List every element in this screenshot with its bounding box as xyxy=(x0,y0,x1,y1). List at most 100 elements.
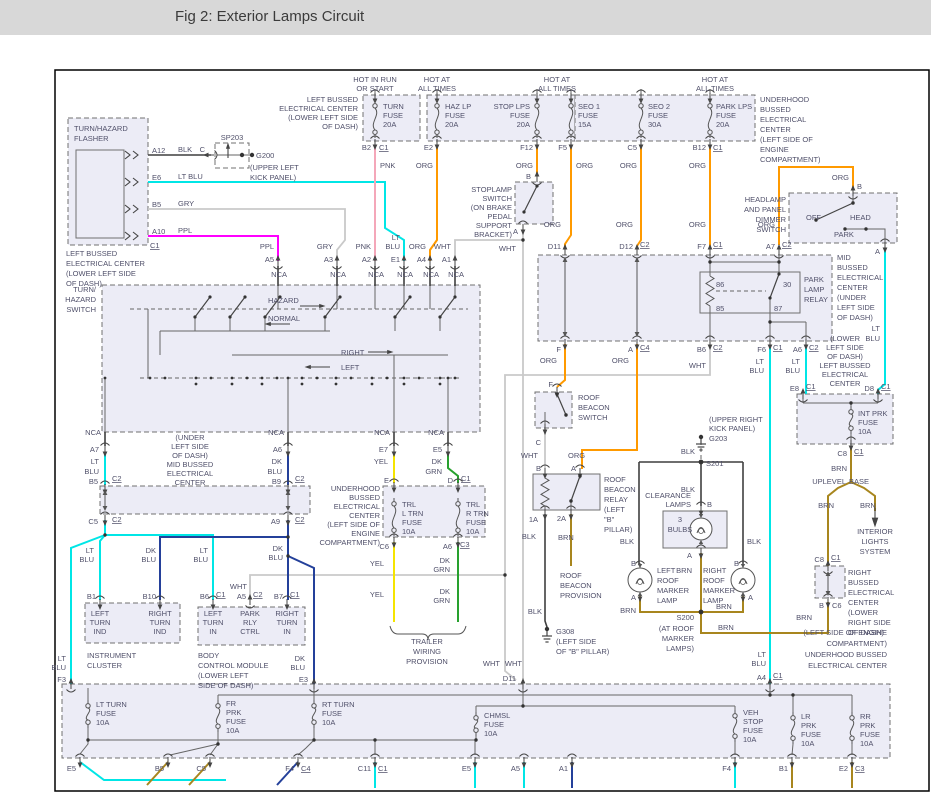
junction-dot xyxy=(439,377,442,380)
diagram-text: LEFT BUSSED xyxy=(66,249,118,258)
diagram-text: C1 xyxy=(216,590,226,599)
diagram-text: CENTER xyxy=(760,125,791,134)
diagram-text: A xyxy=(513,227,518,236)
diagram-text: WHT xyxy=(505,659,522,668)
diagram-text: (ON BRAKE xyxy=(471,203,512,212)
diagram-text: FUSE xyxy=(445,111,465,120)
diagram-text: DK xyxy=(272,457,282,466)
diagram-text: C1 xyxy=(854,447,864,456)
diagram-text: 20A xyxy=(517,120,530,129)
diagram-text: B12 xyxy=(693,143,706,152)
diagram-text: D12 xyxy=(619,242,633,251)
junction-dot xyxy=(231,383,234,386)
diagram-text: S201 xyxy=(706,459,724,468)
diagram-text: INT PRK xyxy=(858,409,887,418)
diagram-text: COMPARTMENT) xyxy=(319,538,380,547)
diagram-text: 20A xyxy=(445,120,458,129)
diagram-text: C xyxy=(536,438,542,447)
diagram-text: OR START xyxy=(356,84,394,93)
component-box xyxy=(535,392,572,428)
diagram-text: BLU xyxy=(193,555,208,564)
diagram-text: 86 xyxy=(716,280,724,289)
diagram-text: IN xyxy=(283,627,291,636)
diagram-text: OF DASH) xyxy=(837,313,873,322)
diagram-text: HEAD xyxy=(850,213,871,222)
diagram-text: BLU xyxy=(84,467,99,476)
diagram-text: TRL xyxy=(466,500,480,509)
junction-dot xyxy=(373,738,376,741)
diagram-text: NCA xyxy=(85,428,101,437)
diagram-text: HEADLAMP xyxy=(745,195,786,204)
diagram-text: A5 xyxy=(237,592,246,601)
diagram-text: (LEFT SIDE xyxy=(556,637,596,646)
diagram-text: ELECTRICAL xyxy=(334,502,380,511)
diagram-text: A xyxy=(875,247,880,256)
diagram-text: HAZ LP xyxy=(445,102,471,111)
diagram-text: E xyxy=(384,476,389,485)
diagram-text: CONTROL MODULE xyxy=(198,661,269,670)
diagram-text: FUSE xyxy=(226,717,246,726)
diagram-text: BRN xyxy=(718,623,734,632)
junction-dot xyxy=(250,153,254,157)
diagram-text: F xyxy=(548,380,553,389)
diagram-text: TURN xyxy=(277,618,298,627)
diagram-text: BLU xyxy=(79,555,94,564)
diagram-text: ROOF xyxy=(560,571,582,580)
junction-dot xyxy=(287,377,290,380)
diagram-text: MID xyxy=(837,253,851,262)
diagram-text: HOT AT xyxy=(544,75,571,84)
diagram-text: E1 xyxy=(391,255,400,264)
diagram-text: C4 xyxy=(301,764,311,773)
diagram-text: KICK PANEL) xyxy=(709,424,756,433)
diagram-text: (LOWER xyxy=(830,334,861,343)
diagram-text: BLU xyxy=(268,553,283,562)
diagram-text: INTERIOR xyxy=(857,527,893,536)
diagram-text: BRN xyxy=(716,602,732,611)
diagram-text: C2 xyxy=(809,343,819,352)
diagram-text: ROOF xyxy=(604,475,626,484)
diagram-text: PEDAL xyxy=(487,212,512,221)
diagram-text: PNK xyxy=(356,242,371,251)
junction-dot xyxy=(335,377,338,380)
diagram-text: NCA xyxy=(268,428,284,437)
diagram-text: FR xyxy=(226,699,237,708)
diagram-text: (AT ROOF xyxy=(659,624,695,633)
diagram-text: F5 xyxy=(558,143,567,152)
diagram-text: ELECTRICAL xyxy=(822,370,868,379)
diagram-text: VEH xyxy=(743,708,758,717)
diagram-text: LT xyxy=(91,457,100,466)
diagram-text: PARK LPS xyxy=(716,102,752,111)
diagram-text: LT xyxy=(200,546,209,555)
junction-dot xyxy=(371,383,374,386)
page: HOT IN RUNOR STARTHOT ATALL TIMESHOT ATA… xyxy=(0,0,931,804)
diagram-text: F xyxy=(556,345,561,354)
diagram-text: WHT xyxy=(230,582,247,591)
diagram-text: NCA xyxy=(448,270,464,279)
diagram-text: C1 xyxy=(773,671,783,680)
diagram-text: PARK xyxy=(240,609,260,618)
diagram-text: HOT IN RUN xyxy=(353,75,397,84)
diagram-text: C1 xyxy=(713,240,723,249)
diagram-text: WHT xyxy=(521,451,538,460)
junction-dot xyxy=(261,383,264,386)
diagram-text: RLY xyxy=(243,618,257,627)
diagram-text: BRN xyxy=(796,613,812,622)
diagram-text: C8 xyxy=(837,449,847,458)
diagram-text: (LEFT SIDE OF ENGINE xyxy=(803,628,887,637)
diagram-text: LEFT xyxy=(657,566,676,575)
diagram-text: BASE xyxy=(849,477,869,486)
diagram-text: 85 xyxy=(716,304,724,313)
diagram-text: ORG xyxy=(576,161,593,170)
diagram-text: C3 xyxy=(460,540,470,549)
diagram-text: BLU xyxy=(865,334,880,343)
diagram-text: CTRL xyxy=(240,627,260,636)
diagram-text: KICK PANEL) xyxy=(250,173,297,182)
diagram-text: CENTER xyxy=(837,283,868,292)
junction-dot xyxy=(216,742,219,745)
diagram-text: BLU xyxy=(751,659,766,668)
diagram-text: FLASHER xyxy=(74,134,109,143)
diagram-text: ROOF xyxy=(703,576,725,585)
diagram-text: SP203 xyxy=(221,133,244,142)
diagram-text: 15A xyxy=(578,120,591,129)
diagram-text: PRK xyxy=(801,721,816,730)
